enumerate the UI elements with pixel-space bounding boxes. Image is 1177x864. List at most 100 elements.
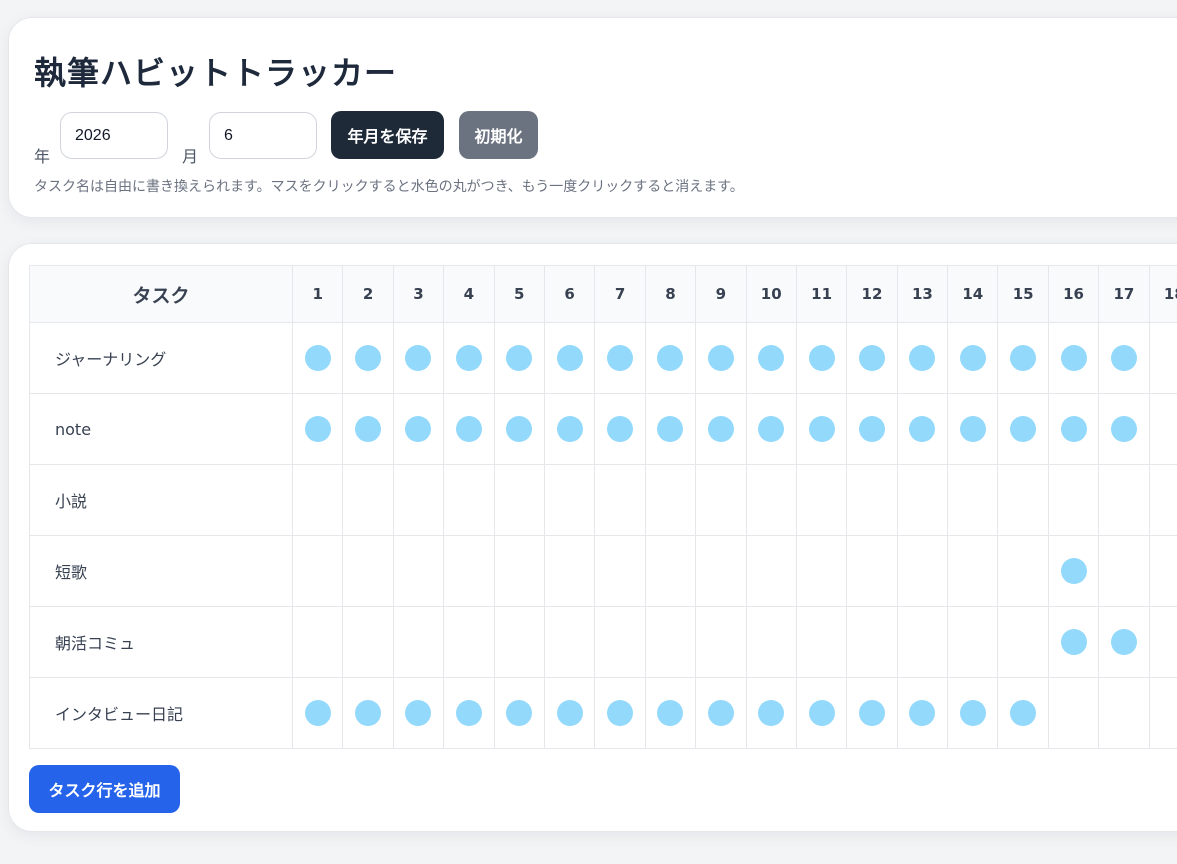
day-cell[interactable] — [443, 606, 495, 678]
day-cell[interactable] — [795, 322, 848, 394]
day-cell[interactable] — [846, 606, 898, 678]
day-cell[interactable] — [997, 677, 1049, 749]
day-cell[interactable] — [695, 606, 747, 678]
day-cell[interactable] — [392, 322, 445, 394]
day-cell[interactable] — [1098, 535, 1150, 607]
day-cell[interactable] — [745, 535, 797, 607]
day-cell[interactable] — [443, 322, 495, 394]
day-cell[interactable] — [1047, 464, 1100, 536]
day-cell[interactable] — [342, 322, 394, 394]
day-cell[interactable] — [392, 677, 445, 749]
day-cell[interactable] — [543, 606, 596, 678]
day-cell[interactable] — [745, 677, 797, 749]
day-cell[interactable] — [745, 393, 797, 465]
task-name-cell[interactable]: note — [29, 393, 293, 465]
day-cell[interactable] — [392, 606, 445, 678]
day-cell[interactable] — [997, 464, 1049, 536]
month-input[interactable] — [209, 112, 317, 159]
day-cell[interactable] — [896, 677, 949, 749]
save-year-month-button[interactable]: 年月を保存 — [331, 111, 444, 159]
day-cell[interactable] — [493, 393, 545, 465]
day-cell[interactable] — [947, 677, 999, 749]
day-cell[interactable] — [342, 535, 394, 607]
day-cell[interactable] — [443, 464, 495, 536]
day-cell[interactable] — [1098, 606, 1150, 678]
day-cell[interactable] — [795, 464, 848, 536]
day-cell[interactable] — [392, 464, 445, 536]
day-cell[interactable] — [594, 393, 646, 465]
day-cell[interactable] — [795, 606, 848, 678]
day-cell[interactable] — [392, 393, 445, 465]
day-cell[interactable] — [695, 393, 747, 465]
day-cell[interactable] — [997, 606, 1049, 678]
day-cell[interactable] — [342, 677, 394, 749]
day-cell[interactable] — [543, 393, 596, 465]
day-cell[interactable] — [543, 322, 596, 394]
day-cell[interactable] — [846, 677, 898, 749]
day-cell[interactable] — [443, 677, 495, 749]
day-cell[interactable] — [443, 535, 495, 607]
day-cell[interactable] — [846, 393, 898, 465]
day-cell[interactable] — [291, 393, 344, 465]
day-cell[interactable] — [543, 677, 596, 749]
day-cell[interactable] — [1148, 606, 1177, 678]
day-cell[interactable] — [493, 464, 545, 536]
day-cell[interactable] — [695, 464, 747, 536]
day-cell[interactable] — [947, 393, 999, 465]
day-cell[interactable] — [1047, 606, 1100, 678]
task-name-cell[interactable]: インタビュー日記 — [29, 677, 293, 749]
year-input[interactable] — [60, 112, 168, 159]
day-cell[interactable] — [291, 677, 344, 749]
day-cell[interactable] — [1047, 677, 1100, 749]
day-cell[interactable] — [392, 535, 445, 607]
day-cell[interactable] — [896, 464, 949, 536]
day-cell[interactable] — [594, 464, 646, 536]
day-cell[interactable] — [644, 535, 697, 607]
day-cell[interactable] — [493, 322, 545, 394]
day-cell[interactable] — [644, 606, 697, 678]
day-cell[interactable] — [947, 464, 999, 536]
day-cell[interactable] — [594, 535, 646, 607]
day-cell[interactable] — [1148, 464, 1177, 536]
day-cell[interactable] — [644, 322, 697, 394]
day-cell[interactable] — [342, 606, 394, 678]
day-cell[interactable] — [1148, 322, 1177, 394]
day-cell[interactable] — [1148, 393, 1177, 465]
day-cell[interactable] — [493, 535, 545, 607]
day-cell[interactable] — [947, 606, 999, 678]
day-cell[interactable] — [846, 535, 898, 607]
day-cell[interactable] — [1047, 322, 1100, 394]
day-cell[interactable] — [291, 464, 344, 536]
day-cell[interactable] — [795, 393, 848, 465]
day-cell[interactable] — [745, 606, 797, 678]
day-cell[interactable] — [896, 322, 949, 394]
day-cell[interactable] — [1148, 535, 1177, 607]
day-cell[interactable] — [594, 606, 646, 678]
day-cell[interactable] — [997, 535, 1049, 607]
day-cell[interactable] — [342, 393, 394, 465]
day-cell[interactable] — [745, 322, 797, 394]
day-cell[interactable] — [846, 464, 898, 536]
reset-button[interactable]: 初期化 — [459, 111, 538, 159]
day-cell[interactable] — [896, 606, 949, 678]
task-name-cell[interactable]: 小説 — [29, 464, 293, 536]
add-task-row-button[interactable]: タスク行を追加 — [29, 765, 180, 813]
task-name-cell[interactable]: ジャーナリング — [29, 322, 293, 394]
day-cell[interactable] — [997, 322, 1049, 394]
day-cell[interactable] — [947, 322, 999, 394]
day-cell[interactable] — [846, 322, 898, 394]
day-cell[interactable] — [896, 393, 949, 465]
day-cell[interactable] — [644, 464, 697, 536]
day-cell[interactable] — [1098, 677, 1150, 749]
day-cell[interactable] — [745, 464, 797, 536]
day-cell[interactable] — [1098, 393, 1150, 465]
day-cell[interactable] — [1098, 322, 1150, 394]
day-cell[interactable] — [695, 322, 747, 394]
task-name-cell[interactable]: 朝活コミュ — [29, 606, 293, 678]
day-cell[interactable] — [543, 535, 596, 607]
day-cell[interactable] — [795, 677, 848, 749]
day-cell[interactable] — [291, 606, 344, 678]
day-cell[interactable] — [1098, 464, 1150, 536]
day-cell[interactable] — [291, 322, 344, 394]
day-cell[interactable] — [695, 535, 747, 607]
